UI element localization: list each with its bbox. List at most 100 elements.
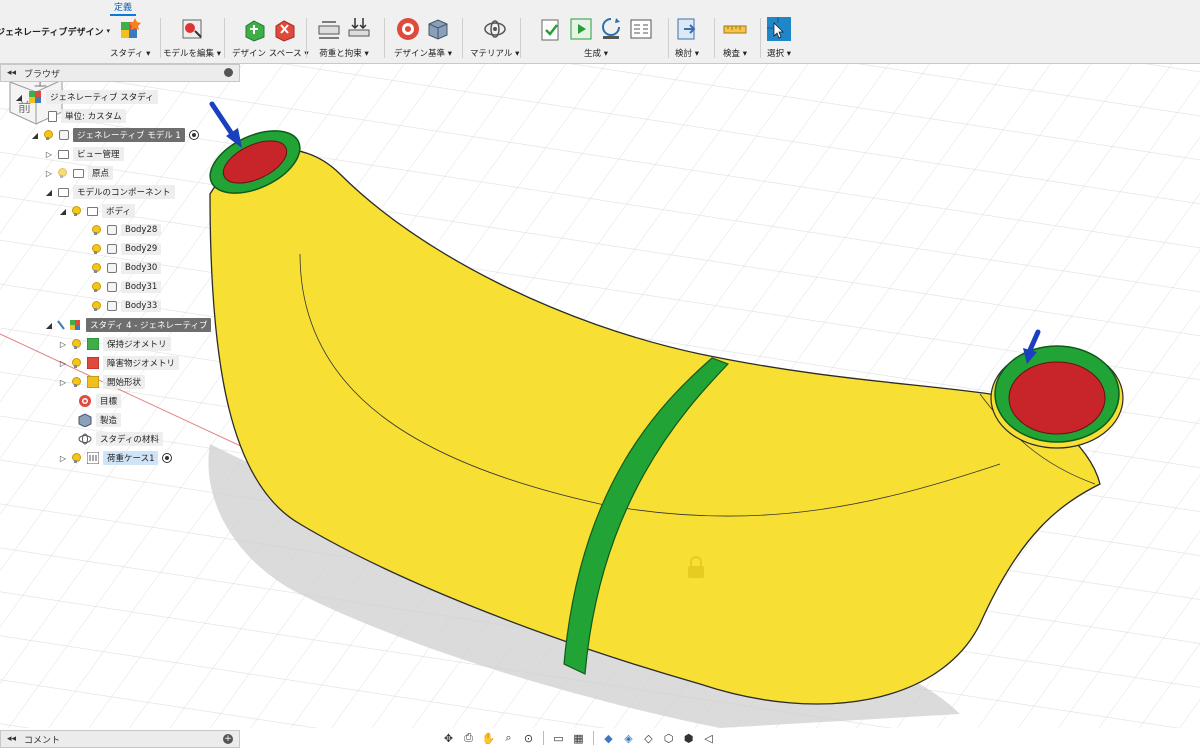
display-settings-icon[interactable]: ▭ [550, 730, 567, 747]
visibility-bulb-icon[interactable] [91, 224, 101, 236]
loads-constraints-label: 荷重と拘束 ▾ [319, 49, 369, 59]
collapse-icon[interactable]: ◂◂ [7, 68, 16, 78]
folder-icon [73, 168, 84, 178]
visible-edges-icon[interactable]: ⬢ [680, 730, 697, 747]
pan-icon[interactable]: ✋ [480, 730, 497, 747]
hidden-edges-icon[interactable]: ⬡ [660, 730, 677, 747]
workspace-label: ジェネレーティブデザイン [0, 27, 104, 38]
tree-item-starting-shape[interactable]: ▷ 開始形状 [58, 373, 146, 391]
visibility-bulb-icon[interactable] [91, 281, 101, 293]
tree-item-body28[interactable]: Body28 [88, 221, 162, 239]
folder-icon [58, 149, 69, 159]
visibility-bulb-icon[interactable] [91, 300, 101, 312]
expand-triangle-icon[interactable]: ◢ [30, 131, 40, 140]
navigation-bar: ✥ ⎙ ✋ ⌕ ⊙ ▭ ▦ ◆ ◈ ◇ ⬡ ⬢ ◁ [440, 728, 760, 748]
visibility-bulb-icon[interactable] [91, 243, 101, 255]
orbit-icon[interactable]: ✥ [440, 730, 457, 747]
tree-item-view-management[interactable]: ▷ ビュー管理 [44, 145, 124, 163]
tree-item-origin[interactable]: ▷ 原点 [44, 164, 114, 182]
tree-item-study-4[interactable]: ◢ スタディ 4 - ジェネレーティブ [44, 316, 212, 334]
tree-item-body30[interactable]: Body30 [88, 259, 162, 277]
shaded-edges-icon[interactable]: ◈ [620, 730, 637, 747]
tree-item-load-case-1[interactable]: ▷ 荷重ケース1 [58, 449, 173, 467]
visibility-bulb-icon[interactable] [57, 167, 67, 179]
expand-triangle-icon[interactable]: ◢ [44, 188, 54, 197]
explore-label: 検討 ▾ [675, 49, 699, 59]
material-label: マテリアル ▾ [470, 49, 520, 59]
grid-icon[interactable]: ▦ [570, 730, 587, 747]
study-group[interactable]: スタディ ▾ [110, 14, 150, 60]
generate-group[interactable]: 生成 ▾ [530, 14, 662, 60]
graphics-viewport[interactable]: 上 前 Z X [0, 64, 1200, 728]
material-group[interactable]: マテリアル ▾ [470, 14, 519, 60]
zoom-icon[interactable]: ⌕ [500, 730, 517, 747]
expand-triangle-icon[interactable]: ◢ [44, 321, 54, 330]
activate-radio[interactable] [162, 453, 173, 463]
look-at-icon[interactable]: ⎙ [460, 730, 477, 747]
expand-triangle-icon[interactable]: ◢ [58, 207, 68, 216]
folder-icon [58, 187, 69, 197]
add-comment-icon[interactable]: + [223, 734, 233, 744]
visibility-bulb-icon[interactable] [71, 452, 81, 464]
tree-item-manufacturing[interactable]: 製造 [74, 411, 122, 429]
visibility-bulb-icon[interactable] [91, 262, 101, 274]
design-space-label: デザイン スペース ▾ [232, 49, 309, 59]
tree-label: ビュー管理 [73, 147, 124, 161]
shaded-icon[interactable]: ◆ [600, 730, 617, 747]
tree-item-body29[interactable]: Body29 [88, 240, 162, 258]
edit-model-icon [182, 19, 202, 39]
visibility-bulb-icon[interactable] [71, 357, 81, 369]
loads-constraints-group[interactable]: 荷重と拘束 ▾ [316, 14, 372, 60]
expand-triangle-icon[interactable]: ▷ [58, 454, 68, 463]
body-icon [107, 301, 117, 311]
browser-panel-header[interactable]: ◂◂ ブラウザ [0, 64, 240, 82]
ribbon-toolbar: ジェネレーティブデザイン ▾ 定義 スタディ ▾ モデルを編集 ▾ デザイン ス… [0, 0, 1200, 64]
tree-label: 障害物ジオメトリ [103, 356, 180, 370]
collapse-icon[interactable]: ◂◂ [7, 734, 16, 744]
inspect-group[interactable]: 検査 ▾ [722, 14, 748, 60]
select-group[interactable]: 選択 ▾ [766, 14, 792, 60]
body-icon [107, 282, 117, 292]
tree-item-body33[interactable]: Body33 [88, 297, 162, 315]
tree-label: 目標 [96, 394, 122, 408]
tree-item-objectives[interactable]: 目標 [74, 392, 122, 410]
tree-item-generative-study[interactable]: ◢ ジェネレーティブ スタディ [14, 88, 158, 106]
expand-triangle-icon[interactable]: ◢ [14, 93, 24, 102]
visibility-bulb-icon[interactable] [71, 205, 81, 217]
expand-triangle-icon[interactable]: ▷ [44, 169, 54, 178]
study-icon [29, 91, 41, 103]
wireframe-icon[interactable]: ◇ [640, 730, 657, 747]
tree-item-model-components[interactable]: ◢ モデルのコンポーネント [44, 183, 175, 201]
expand-triangle-icon[interactable]: ▷ [58, 340, 68, 349]
expand-triangle-icon[interactable]: ▷ [44, 150, 54, 159]
tree-item-bodies[interactable]: ◢ ボディ [58, 202, 135, 220]
viewport-canvas[interactable] [0, 64, 1200, 728]
activate-radio[interactable] [188, 130, 199, 140]
fit-icon[interactable]: ⊙ [520, 730, 537, 747]
tree-item-units[interactable]: 単位: カスタム [44, 107, 126, 125]
minimize-icon[interactable] [224, 68, 233, 77]
tree-item-study-materials[interactable]: スタディの材料 [74, 430, 163, 448]
visibility-bulb-icon[interactable] [71, 376, 81, 388]
explore-group[interactable]: 検討 ▾ [674, 14, 700, 60]
obstacle-disk-right[interactable] [1008, 361, 1106, 435]
expand-triangle-icon[interactable]: ▷ [58, 378, 68, 387]
manufacturing-icon [428, 19, 448, 40]
tree-item-preserve-geometry[interactable]: ▷ 保持ジオメトリ [58, 335, 171, 353]
visibility-bulb-icon[interactable] [71, 338, 81, 350]
design-criteria-group[interactable]: デザイン基準 ▾ [394, 14, 452, 60]
design-space-group[interactable]: デザイン スペース ▾ [232, 14, 309, 60]
tree-item-obstacle-geometry[interactable]: ▷ 障害物ジオメトリ [58, 354, 180, 372]
expand-triangle-icon[interactable]: ▷ [58, 359, 68, 368]
material-icon [78, 433, 92, 445]
edit-model-group[interactable]: モデルを編集 ▾ [163, 14, 221, 60]
workspace-switcher[interactable]: ジェネレーティブデザイン ▾ [0, 4, 110, 58]
tree-label: Body33 [121, 300, 162, 312]
tree-item-generative-model[interactable]: ◢ ジェネレーティブ モデル 1 [30, 126, 199, 144]
comments-panel-header[interactable]: ◂◂ コメント + [0, 730, 240, 748]
visibility-bulb-icon[interactable] [43, 129, 53, 141]
design-criteria-label: デザイン基準 ▾ [394, 49, 452, 59]
perspective-icon[interactable]: ◁ [700, 730, 717, 747]
measure-icon [723, 25, 747, 34]
tree-item-body31[interactable]: Body31 [88, 278, 162, 296]
